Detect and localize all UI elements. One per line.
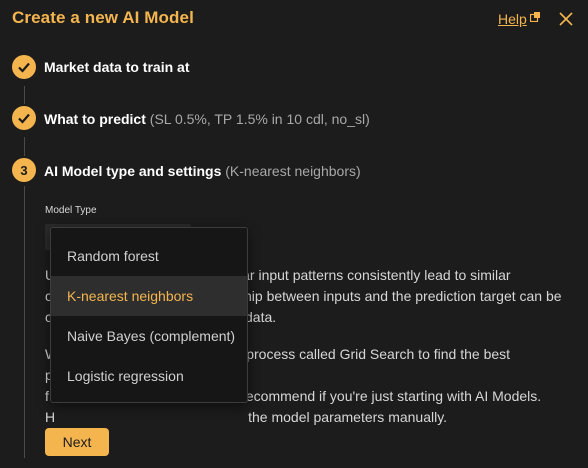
model-type-dropdown: Random forest K-nearest neighbors Naive …: [50, 227, 248, 403]
step-3-label: AI Model type and settings (K-nearest ne…: [44, 163, 361, 179]
step-detail: (K-nearest neighbors): [225, 163, 361, 179]
step-complete-icon: [12, 55, 36, 79]
dropdown-option-logistic-regression[interactable]: Logistic regression: [51, 356, 247, 396]
step-connector: [24, 186, 25, 458]
step-number-badge: 3: [12, 158, 36, 182]
checkmark-icon: [18, 62, 30, 73]
checkmark-icon: [18, 113, 30, 124]
dropdown-option-naive-bayes[interactable]: Naive Bayes (complement): [51, 316, 247, 356]
step-complete-icon: [12, 106, 36, 130]
external-link-icon[interactable]: [530, 12, 540, 22]
step-1-label[interactable]: Market data to train at: [44, 59, 189, 75]
step-title: AI Model type and settings: [44, 163, 222, 179]
step-detail: (SL 0.5%, TP 1.5% in 10 cdl, no_sl): [149, 111, 370, 127]
step-2-label[interactable]: What to predict (SL 0.5%, TP 1.5% in 10 …: [44, 111, 370, 127]
next-button[interactable]: Next: [45, 428, 109, 456]
step-title: Market data to train at: [44, 59, 190, 75]
step-number: 3: [20, 162, 28, 178]
dialog-title: Create a new AI Model: [12, 8, 194, 27]
dropdown-option-k-nearest-neighbors[interactable]: K-nearest neighbors: [51, 276, 247, 316]
step-connector: [24, 137, 25, 156]
model-type-label: Model Type: [45, 205, 97, 216]
dropdown-option-random-forest[interactable]: Random forest: [51, 236, 247, 276]
step-connector: [24, 86, 25, 104]
close-icon[interactable]: [558, 11, 574, 27]
step-title: What to predict: [44, 111, 146, 127]
help-link[interactable]: Help: [498, 11, 527, 27]
